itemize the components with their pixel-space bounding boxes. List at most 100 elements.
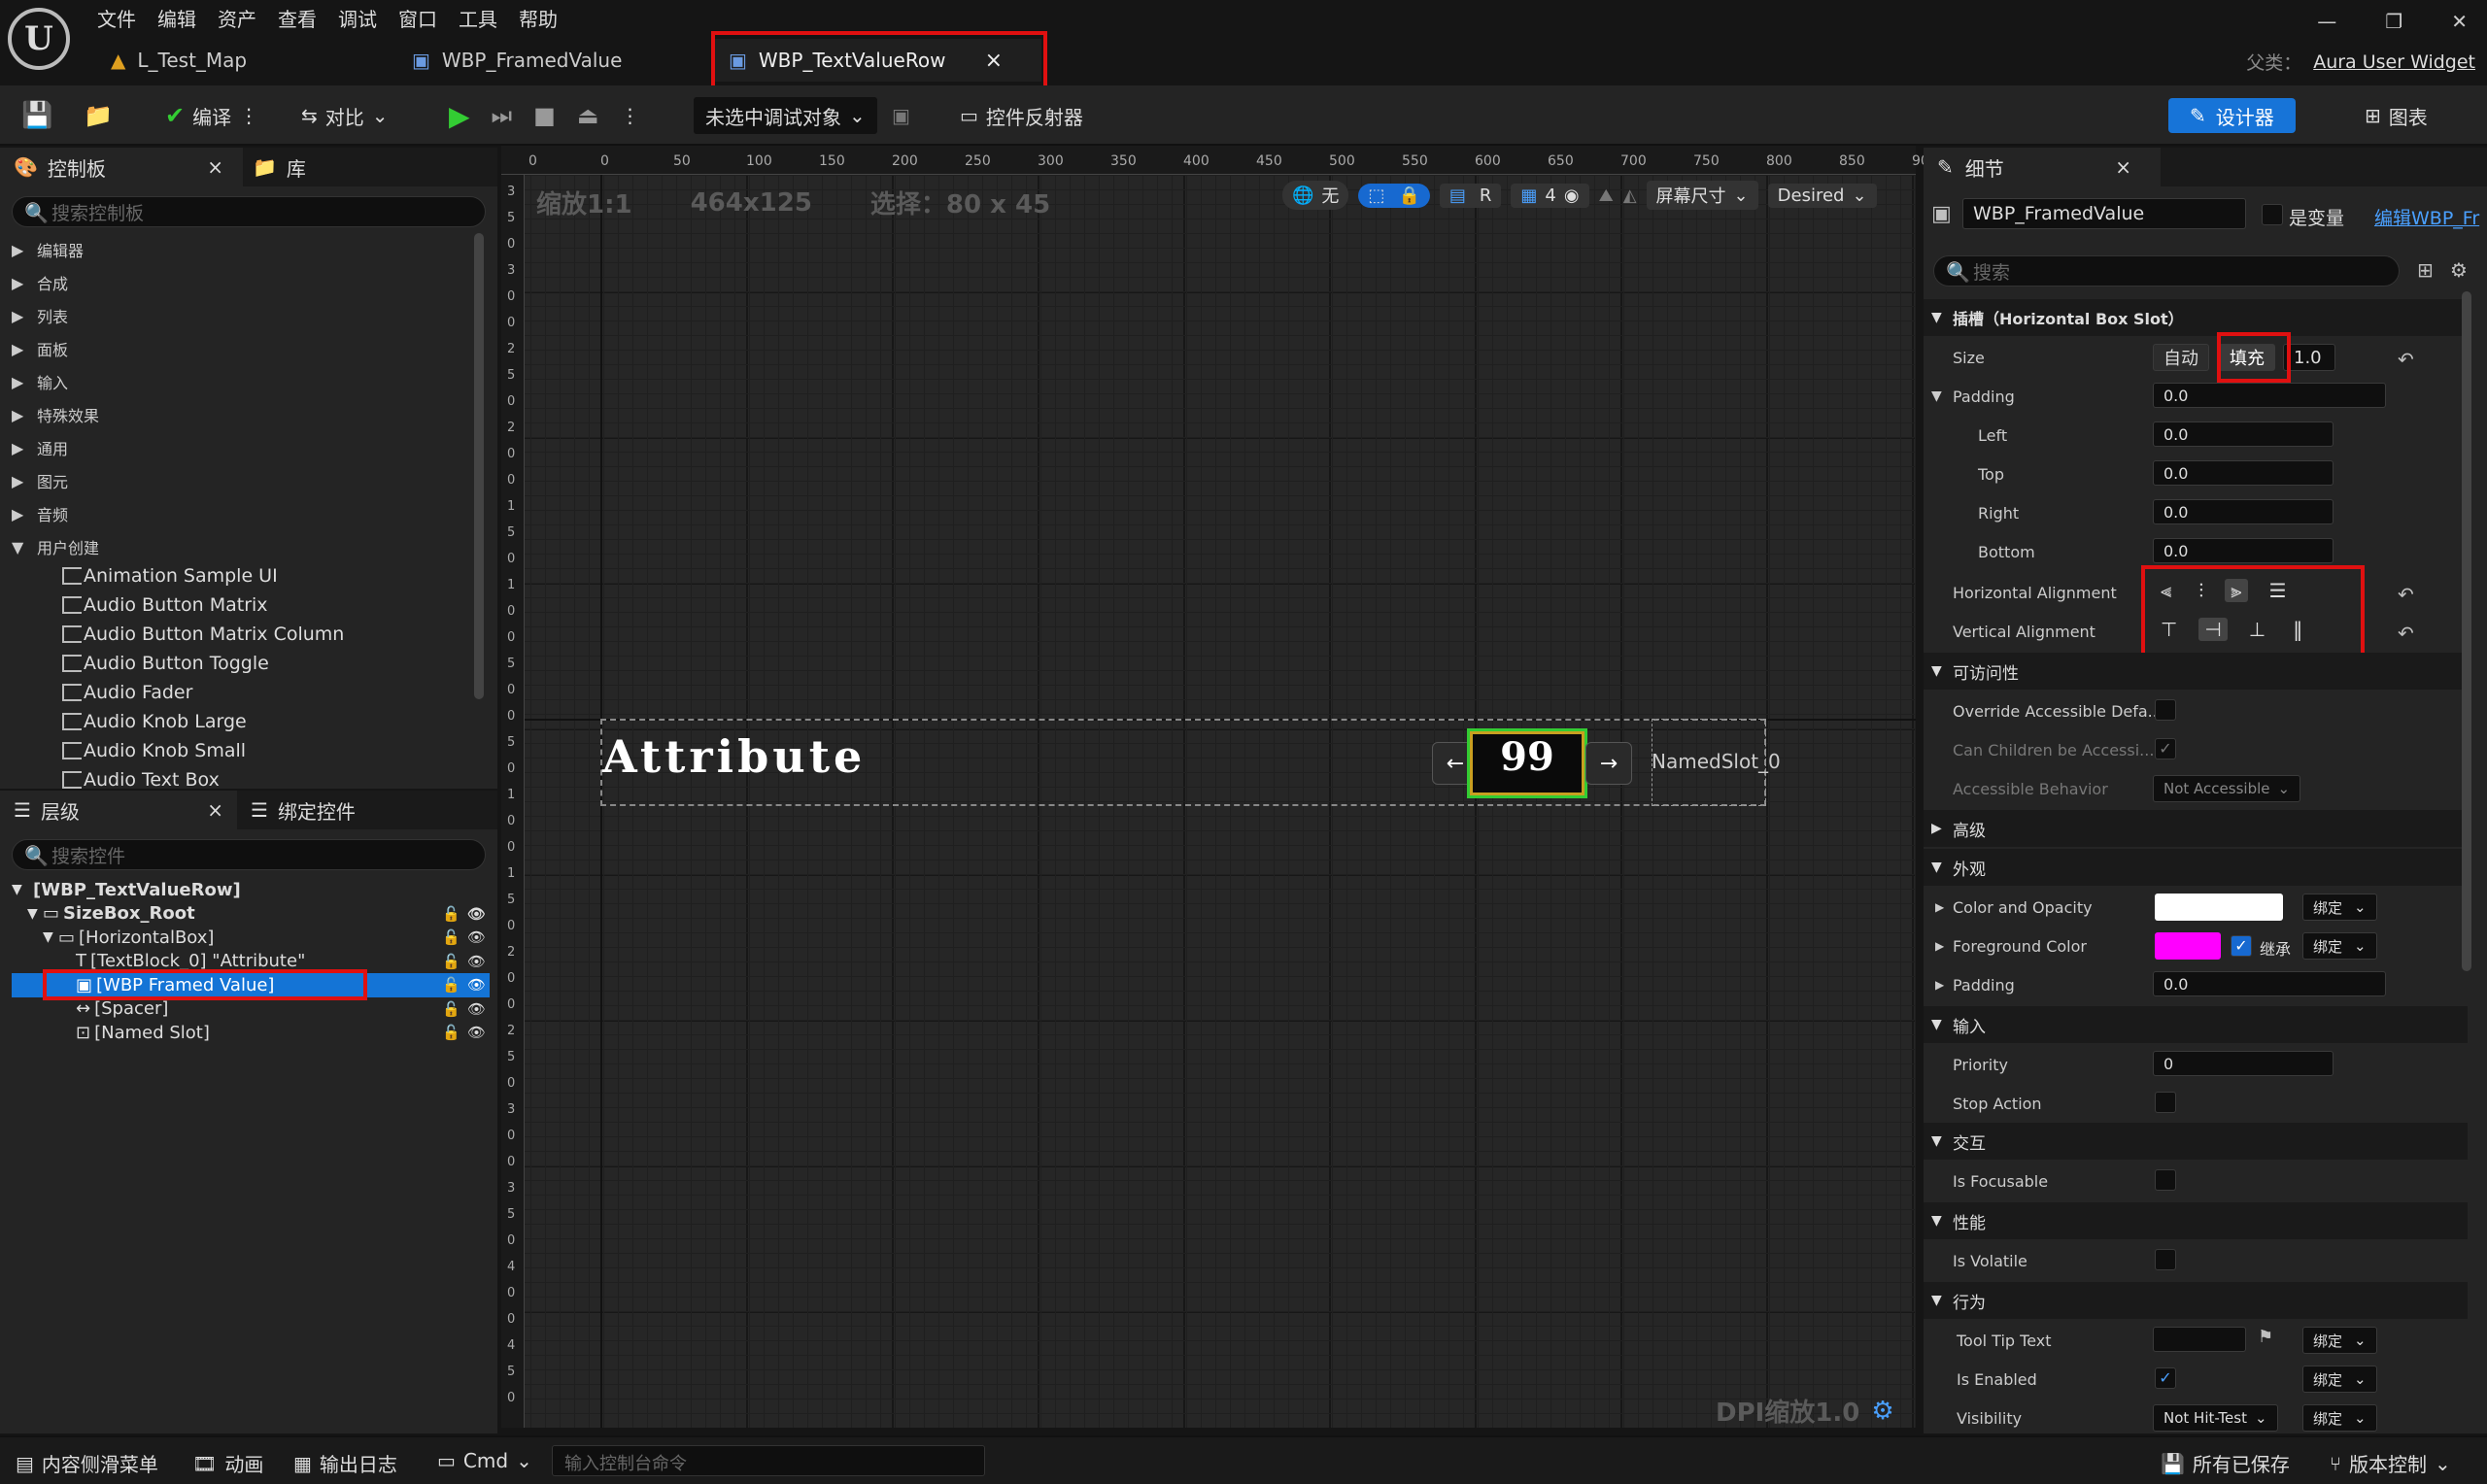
lock-icon[interactable]: 🔓: [442, 928, 460, 946]
details-search-input[interactable]: 🔍 搜索: [1933, 255, 2400, 287]
close-window-icon[interactable]: ✕: [2451, 10, 2468, 33]
section-performance[interactable]: ▼ 性能: [1924, 1202, 2468, 1239]
category-special-effects[interactable]: ▶ 特殊效果: [12, 398, 478, 431]
unreal-logo-icon[interactable]: U: [8, 8, 70, 70]
category-composite[interactable]: ▶ 合成: [12, 266, 478, 299]
category-audio[interactable]: ▶ 音频: [12, 497, 478, 530]
padding-right-field[interactable]: 0.0: [2153, 499, 2334, 524]
reset-icon[interactable]: ↶: [2398, 348, 2414, 371]
lock-icon[interactable]: 🔓: [442, 976, 460, 994]
increase-button[interactable]: →: [1585, 742, 1632, 785]
padding-left-field[interactable]: 0.0: [2153, 422, 2334, 447]
priority-field[interactable]: 0: [2153, 1051, 2334, 1076]
browse-icon[interactable]: 📁: [84, 97, 113, 134]
widget-name-field[interactable]: WBP_FramedValue: [1962, 198, 2246, 229]
grid-snap-toggle[interactable]: ▦ 4 ◉: [1511, 183, 1589, 208]
all-saved-button[interactable]: 💾 所有已保存: [2161, 1449, 2290, 1477]
version-control-button[interactable]: ⑂ 版本控制 ⌄: [2330, 1449, 2451, 1477]
category-input[interactable]: ▶ 输入: [12, 365, 478, 398]
reset-icon[interactable]: ↶: [2398, 583, 2414, 606]
more-icon[interactable]: ⋮: [239, 104, 258, 127]
graph-button[interactable]: ⊞ 图表: [2365, 97, 2428, 134]
tab-test-map[interactable]: ▲ L_Test_Map: [97, 39, 389, 82]
widget-item[interactable]: Audio Knob Large: [62, 707, 344, 736]
debug-browse-icon[interactable]: ▣: [892, 97, 910, 134]
bind-dropdown[interactable]: 绑定 ⌄: [2302, 1366, 2377, 1393]
stop-icon[interactable]: ■: [533, 102, 556, 129]
screen-size-dropdown[interactable]: 屏幕尺寸 ⌄: [1646, 181, 1758, 210]
tab-bind-widgets[interactable]: ☰ 绑定控件: [237, 791, 497, 829]
size-auto-button[interactable]: 自动: [2153, 344, 2209, 371]
menu-tools[interactable]: 工具: [459, 0, 519, 33]
category-user-created[interactable]: ▼ 用户创建: [12, 530, 478, 563]
restore-icon[interactable]: ❐: [2385, 10, 2402, 33]
animation-button[interactable]: 🎞 动画: [192, 1449, 263, 1477]
content-drawer-button[interactable]: ▤ 内容侧滑菜单: [16, 1449, 158, 1477]
menu-help[interactable]: 帮助: [519, 0, 579, 33]
cmd-dropdown[interactable]: ▭ Cmd ⌄: [437, 1449, 532, 1472]
eye-icon[interactable]: 👁: [467, 1024, 486, 1041]
flip-icon[interactable]: ◭: [1623, 186, 1637, 206]
parent-class-link[interactable]: Aura User Widget: [2313, 51, 2475, 73]
designer-button[interactable]: ✎ 设计器: [2168, 97, 2296, 134]
eye-icon[interactable]: 👁: [467, 1000, 486, 1018]
eye-icon[interactable]: 👁: [467, 953, 486, 970]
category-panel[interactable]: ▶ 面板: [12, 332, 478, 365]
reset-icon[interactable]: ↶: [2398, 622, 2414, 645]
bind-dropdown[interactable]: 绑定 ⌄: [2302, 1327, 2377, 1354]
section-advanced[interactable]: ▶ 高级: [1924, 810, 2468, 847]
padding-top-field[interactable]: 0.0: [2153, 460, 2334, 486]
hierarchy-search-input[interactable]: 🔍 搜索控件: [12, 839, 486, 870]
section-input[interactable]: ▼ 输入: [1924, 1006, 2468, 1043]
close-icon[interactable]: ×: [207, 155, 223, 179]
flag-icon[interactable]: ⚑: [2258, 1327, 2273, 1347]
tab-palette[interactable]: 🎨 控制板 ×: [0, 148, 243, 186]
padding-bottom-field[interactable]: 0.0: [2153, 538, 2334, 563]
widget-item[interactable]: Audio Button Toggle: [62, 649, 344, 678]
palette-search-input[interactable]: 🔍 搜索控制板: [12, 196, 486, 227]
close-icon[interactable]: ×: [207, 798, 223, 822]
edit-blueprint-link[interactable]: 编辑WBP_Fr: [2374, 204, 2479, 230]
step-icon[interactable]: ⏭: [492, 102, 513, 129]
appearance-padding-field[interactable]: 0.0: [2153, 971, 2386, 996]
accessible-behavior-dropdown[interactable]: Not Accessible ⌄: [2153, 775, 2301, 802]
category-primitive[interactable]: ▶ 图元: [12, 464, 478, 497]
save-icon[interactable]: 💾: [21, 97, 52, 134]
category-list[interactable]: ▶ 列表: [12, 299, 478, 332]
debug-target-dropdown[interactable]: 未选中调试对象 ⌄: [694, 97, 877, 134]
lock-icon[interactable]: 🔓: [442, 1000, 460, 1018]
section-slot[interactable]: ▼ 插槽（Horizontal Box Slot）: [1924, 299, 2468, 336]
tree-item-root[interactable]: ▼ [WBP_TextValueRow]: [12, 878, 490, 902]
layout-toggle[interactable]: ▤ R: [1439, 183, 1502, 208]
tree-item-spacer[interactable]: ↔ [Spacer] 🔓 👁: [12, 997, 490, 1022]
attribute-text[interactable]: Attribute: [602, 730, 866, 783]
padding-field[interactable]: 0.0: [2153, 383, 2386, 408]
play-icon[interactable]: ▶: [449, 100, 470, 132]
widget-item[interactable]: Audio Button Matrix: [62, 590, 344, 620]
diff-button[interactable]: ⇆ 对比 ⌄: [301, 97, 389, 134]
tab-library[interactable]: 📁 库: [243, 148, 497, 186]
respect-locks-toggle[interactable]: ⬚ 🔒: [1358, 183, 1430, 208]
widget-item[interactable]: Audio Button Matrix Column: [62, 620, 344, 649]
section-appearance[interactable]: ▼ 外观: [1924, 849, 2468, 886]
table-view-icon[interactable]: ⊞: [2417, 258, 2434, 282]
children-accessible-checkbox[interactable]: ✓: [2155, 738, 2176, 759]
widget-item[interactable]: Audio Knob Small: [62, 736, 344, 765]
localization-toggle[interactable]: 🌐 无: [1282, 181, 1349, 210]
tab-framed-value[interactable]: ▣ WBP_FramedValue: [398, 39, 709, 82]
section-behavior[interactable]: ▼ 行为: [1924, 1282, 2468, 1319]
menu-file[interactable]: 文件: [97, 0, 157, 33]
compile-button[interactable]: ✔ 编译 ⋮: [165, 97, 258, 134]
size-value-field[interactable]: 1.0: [2283, 344, 2335, 371]
details-scrollbar[interactable]: [2462, 291, 2471, 971]
widget-item[interactable]: Animation Sample UI: [62, 561, 344, 590]
visibility-dropdown[interactable]: Not Hit-Test ⌄: [2153, 1404, 2278, 1432]
more-icon[interactable]: ⋮: [621, 104, 640, 127]
minimize-icon[interactable]: —: [2317, 10, 2336, 33]
tree-item-named-slot[interactable]: ⊡ [Named Slot] 🔓 👁: [12, 1021, 490, 1045]
bind-dropdown[interactable]: 绑定 ⌄: [2302, 1404, 2377, 1432]
close-icon[interactable]: ×: [2115, 155, 2131, 179]
stop-action-checkbox[interactable]: [2155, 1092, 2176, 1113]
eye-icon[interactable]: 👁: [467, 928, 486, 946]
is-volatile-checkbox[interactable]: [2155, 1249, 2176, 1270]
